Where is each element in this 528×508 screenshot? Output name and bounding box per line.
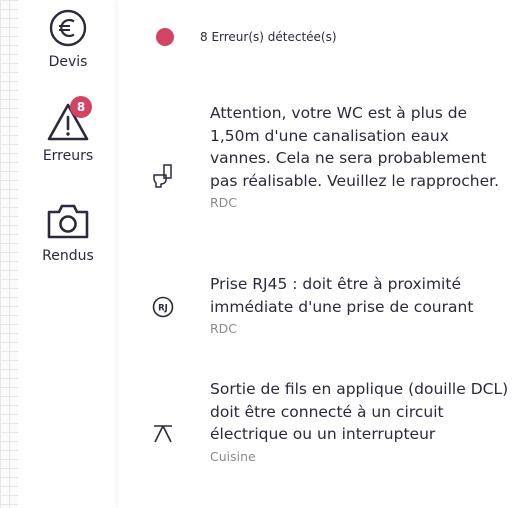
ceiling-light-icon — [154, 425, 172, 443]
errors-summary-text: 8 Erreur(s) détectée(s) — [200, 30, 337, 44]
sidebar: Devis 8 Erreurs Rendus — [18, 0, 120, 508]
sidebar-item-label: Rendus — [42, 248, 94, 264]
sidebar-item-erreurs[interactable]: 8 Erreurs — [18, 96, 118, 164]
sidebar-item-label: Erreurs — [42, 148, 94, 164]
rj45-icon: RJ — [152, 296, 174, 318]
sidebar-item-rendus[interactable]: Rendus — [18, 202, 118, 264]
sidebar-item-devis[interactable]: Devis — [18, 8, 118, 70]
toilet-icon — [153, 164, 172, 188]
error-status-dot — [156, 28, 174, 46]
rj45-icon-label: RJ — [158, 304, 168, 314]
error-message: Attention, votre WC est à plus de 1,50m … — [210, 104, 499, 190]
error-room: RDC — [210, 195, 238, 210]
error-count-badge: 8 — [70, 96, 92, 118]
errors-summary: 8 Erreur(s) détectée(s) — [156, 26, 337, 48]
error-message: Prise RJ45 : doit être à proximité imméd… — [210, 275, 474, 316]
camera-icon — [47, 204, 89, 239]
error-room: Cuisine — [210, 448, 256, 464]
sidebar-item-label: Devis — [48, 54, 88, 70]
error-message: Sortie de fils en applique (douille DCL)… — [210, 380, 509, 443]
euro-icon — [49, 9, 87, 47]
canvas-grid-strip — [0, 0, 18, 508]
errors-panel: 8 Erreur(s) détectée(s) Attention, votre… — [118, 0, 528, 508]
error-room: RDC — [210, 321, 238, 336]
